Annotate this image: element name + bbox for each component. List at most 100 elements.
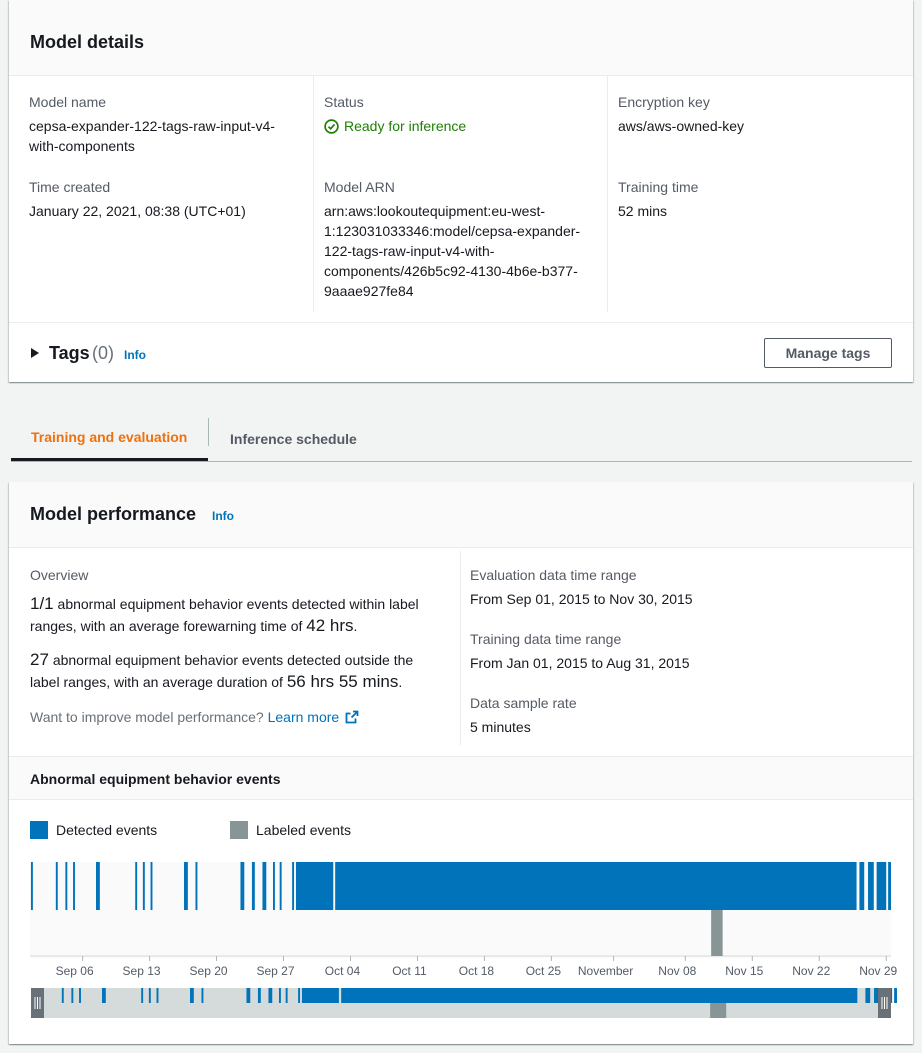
- detected-event-bar: [73, 862, 75, 910]
- navigator-detected-bar: [285, 988, 288, 1003]
- performance-info-link[interactable]: Info: [212, 509, 234, 523]
- x-tick-label: Nov 08: [658, 964, 696, 978]
- navigator-detected-bar: [894, 988, 897, 1003]
- detected-event-bar: [150, 862, 153, 910]
- arn-line: 122-tags-raw-input-v4-with-: [324, 243, 495, 259]
- manage-tags-button[interactable]: Manage tags: [764, 338, 892, 368]
- tags-info-link[interactable]: Info: [124, 348, 146, 362]
- model-name-field: Model name cepsa-expander-122-tags-raw-i…: [29, 94, 275, 156]
- x-tick-label: Nov 22: [792, 964, 830, 978]
- x-tick-label: Sep 27: [256, 964, 294, 978]
- overview-outside-text-2: label ranges, with an average duration o…: [30, 674, 283, 690]
- detected-event-bar: [876, 862, 887, 910]
- status-value: Ready for inference: [324, 116, 466, 136]
- overview-within-label: 1/1 abnormal equipment behavior events d…: [30, 594, 419, 635]
- evaluation-range-value: From Sep 01, 2015 to Nov 30, 2015: [470, 591, 693, 607]
- navigator-detected-bar: [865, 988, 871, 1003]
- tab-bar: Training and evaluation Inference schedu…: [11, 416, 912, 462]
- detected-event-bar: [240, 862, 245, 910]
- events-section-title: Abnormal equipment behavior events: [30, 771, 281, 787]
- detected-event-bar: [30, 862, 33, 910]
- training-time-value: 52 mins: [618, 203, 668, 219]
- navigator-detected-bar: [201, 988, 204, 1003]
- status-success-icon: [324, 118, 339, 134]
- model-arn-field: Model ARN arn:aws:lookoutequipment:eu-we…: [324, 179, 580, 301]
- details-column-1: Model name cepsa-expander-122-tags-raw-i…: [9, 76, 313, 312]
- status-field: Status Ready for inference: [324, 94, 466, 136]
- navigator-detected-bar: [79, 988, 81, 1003]
- external-link-icon[interactable]: [345, 710, 359, 724]
- navigator-detected-bar: [71, 988, 74, 1003]
- model-name-value: cepsa-expander-122-tags-raw-input-v4- wi…: [29, 116, 275, 156]
- x-tick-label: November: [578, 964, 633, 978]
- x-tick-label: Nov 29: [859, 964, 897, 978]
- x-tick-label: Oct 11: [392, 964, 427, 978]
- time-created-label: Time created: [29, 179, 111, 195]
- x-tick-label: Oct 04: [325, 964, 361, 978]
- model-details-title: Model details: [30, 32, 145, 52]
- training-time-field: Training time 52 mins: [618, 179, 698, 221]
- detected-event-bar: [888, 862, 891, 910]
- arn-line: 1:123031033346:model/cepsa-expander-: [324, 223, 581, 239]
- improve-text: Want to improve model performance?: [30, 709, 264, 725]
- arn-line: 9aaae927fe84: [324, 283, 414, 299]
- tags-section[interactable]: Tags (0) Info Manage tags: [9, 322, 913, 382]
- model-name-line: cepsa-expander-122-tags-raw-input-v4-: [29, 118, 275, 134]
- details-column-3: Encryption key aws/aws-owned-key Trainin…: [607, 76, 913, 312]
- status-label: Status: [324, 94, 364, 110]
- evaluation-range-field: Evaluation data time range From Sep 01, …: [470, 567, 693, 609]
- overview-within-count: 1/1: [30, 594, 54, 613]
- detected-event-bar: [195, 862, 198, 910]
- x-tick-label: Oct 18: [459, 964, 495, 978]
- caret-right-icon[interactable]: [31, 348, 39, 358]
- detected-event-bar: [262, 862, 267, 910]
- navigator-detected-bar: [148, 988, 151, 1003]
- detected-event-bar: [868, 862, 874, 910]
- detected-event-bar: [184, 862, 188, 910]
- sample-rate-value: 5 minutes: [470, 719, 531, 735]
- overview-within-text-2: ranges, with an average forewarning time…: [30, 618, 303, 634]
- evaluation-range-label: Evaluation data time range: [470, 567, 637, 583]
- events-section-header: Abnormal equipment behavior events: [9, 756, 913, 800]
- x-tick-label: Sep 20: [190, 964, 228, 978]
- model-name-line: with-components: [29, 138, 135, 154]
- time-created-field: Time created January 22, 2021, 08:38 (UT…: [29, 179, 246, 221]
- tab-training-evaluation[interactable]: Training and evaluation: [11, 416, 208, 461]
- navigator-detected-bar: [341, 988, 858, 1003]
- training-range-field: Training data time range From Jan 01, 20…: [470, 631, 690, 673]
- tags-title[interactable]: Tags: [49, 343, 90, 364]
- time-created-value: January 22, 2021, 08:38 (UTC+01): [29, 203, 246, 219]
- detected-event-bar: [135, 862, 138, 910]
- overview-outside-text: abnormal equipment behavior events detec…: [52, 652, 414, 668]
- model-performance-title: Model performance: [30, 504, 197, 524]
- navigator-detected-bar: [102, 988, 106, 1003]
- tab-separator: [208, 418, 209, 446]
- legend-detected-label: Detected events: [56, 822, 158, 838]
- detected-event-bar: [279, 862, 282, 910]
- events-timeline-chart[interactable]: Sep 06 Sep 13 Sep 20 Sep 27 Oct 04 Oct 11 Oct …: [9, 858, 913, 1038]
- labeled-event-bar: [711, 910, 723, 956]
- overview-divider: [460, 551, 461, 745]
- details-column-2: Status Ready for inference Model ARN arn…: [313, 76, 608, 312]
- x-tick-label: Oct 25: [526, 964, 562, 978]
- learn-more-link[interactable]: Learn more: [268, 709, 359, 725]
- learn-more-text[interactable]: Learn more: [268, 709, 340, 725]
- overview-within-text: abnormal equipment behavior events detec…: [57, 596, 419, 612]
- model-arn-label: Model ARN: [324, 179, 395, 195]
- encryption-field: Encryption key aws/aws-owned-key: [618, 94, 744, 136]
- x-tick-label: Sep 13: [123, 964, 161, 978]
- detected-event-bar: [272, 862, 275, 910]
- navigator-detected-bar: [246, 988, 251, 1003]
- model-performance-header: Model performance Info: [9, 482, 913, 548]
- detected-event-bar: [295, 862, 334, 910]
- navigator-detected-bar: [298, 988, 301, 1003]
- model-name-label: Model name: [29, 94, 107, 110]
- improve-performance-line: Want to improve model performance? Learn…: [30, 709, 359, 725]
- x-tick-label: Nov 15: [725, 964, 763, 978]
- navigator-detected-bar: [268, 988, 273, 1003]
- encryption-label: Encryption key: [618, 94, 710, 110]
- detected-event-bar: [142, 862, 145, 910]
- legend-labeled-label: Labeled events: [256, 822, 351, 838]
- tab-inference-schedule[interactable]: Inference schedule: [230, 416, 357, 461]
- navigator-detected-bar: [257, 988, 261, 1003]
